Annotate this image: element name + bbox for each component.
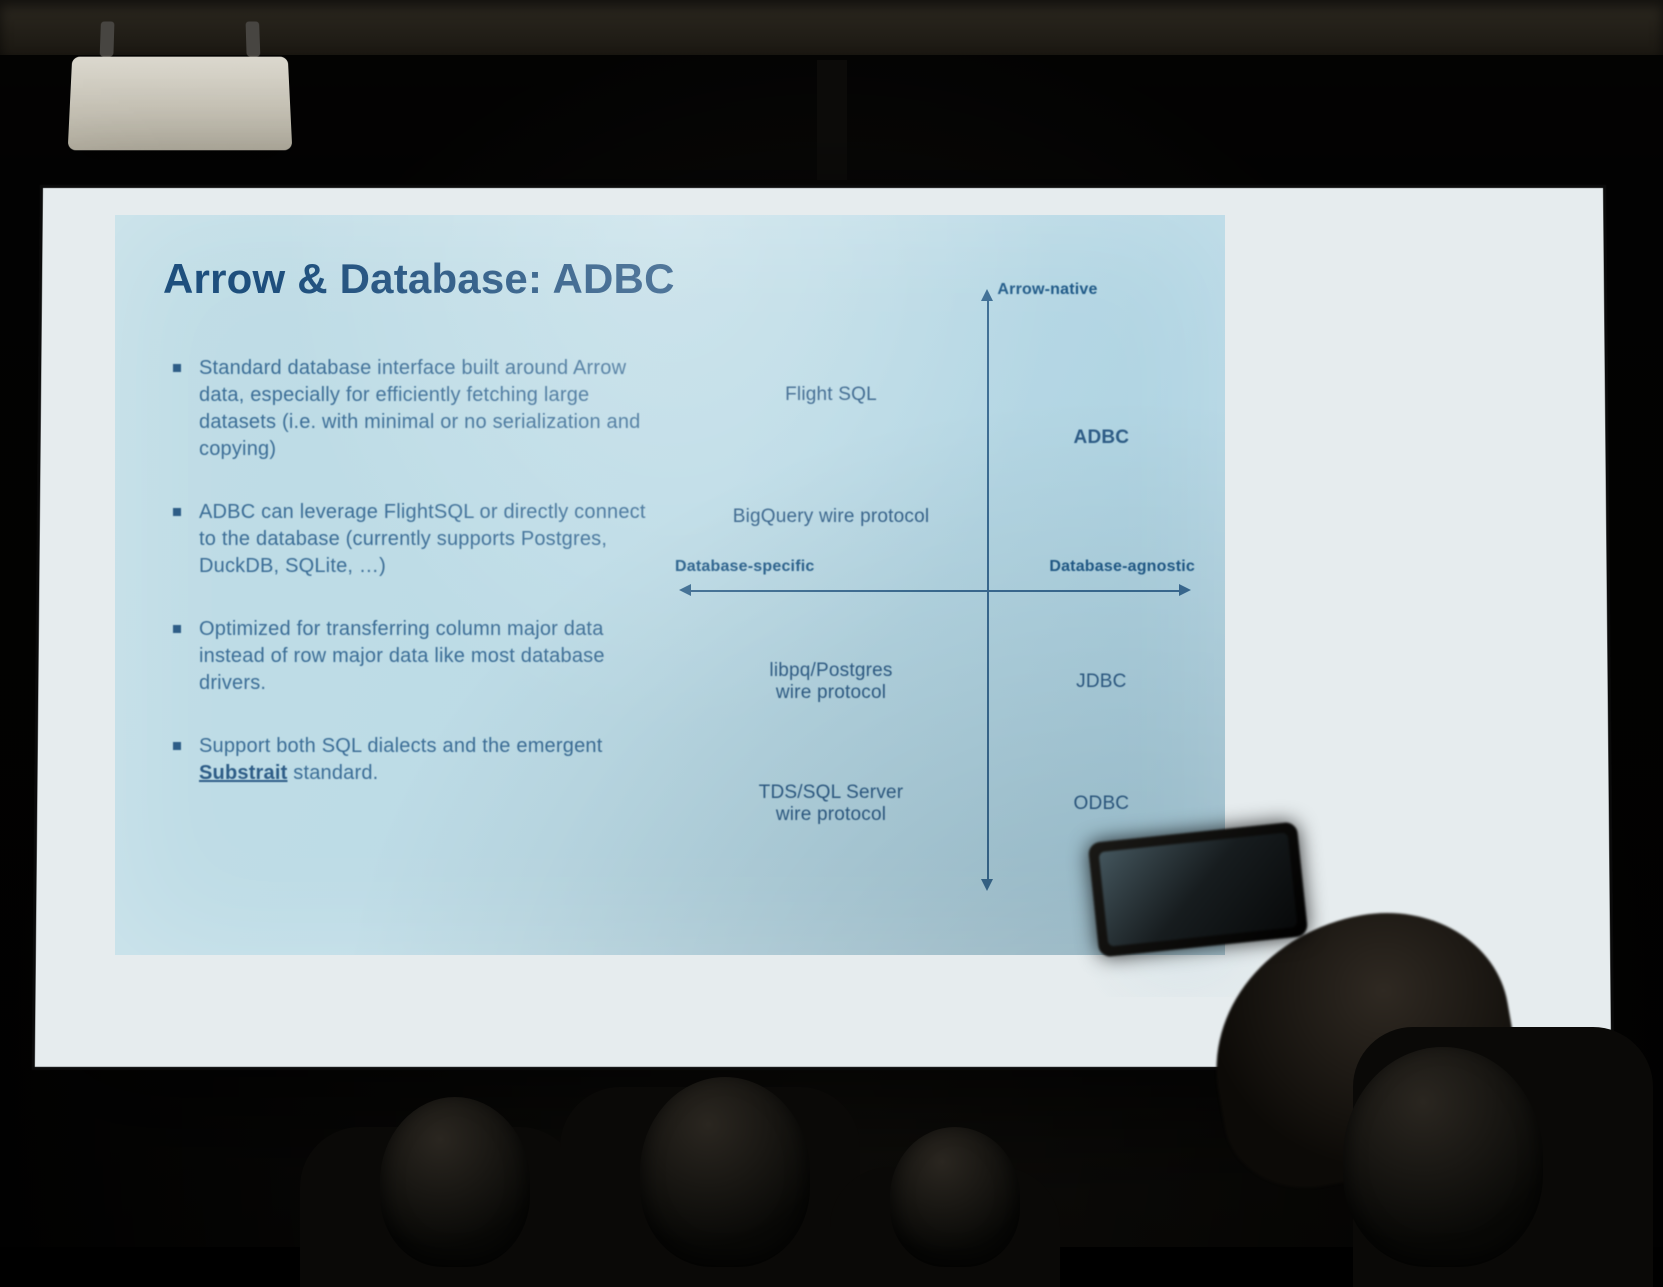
quad-item: BigQuery wire protocol: [733, 506, 930, 528]
quad-item: Flight SQL: [785, 384, 877, 406]
audience-silhouette: [640, 1077, 810, 1267]
slide-title: Arrow & Database: ADBC: [163, 255, 675, 303]
presentation-slide: Arrow & Database: ADBC Standard database…: [115, 215, 1225, 955]
bullet-item: Support both SQL dialects and the emerge…: [173, 733, 653, 787]
bullet-list: Standard database interface built around…: [173, 355, 653, 823]
arrow-right-icon: [1179, 584, 1191, 596]
quadrant-chart: Arrow-native Database-specific Database-…: [675, 285, 1195, 895]
audience-silhouette: [1343, 1047, 1543, 1267]
quad-item: TDS/SQL Server wire protocol: [759, 782, 904, 826]
axis-label-right: Database-agnostic: [1049, 558, 1195, 576]
bullet-item: Optimized for transferring column major …: [173, 616, 653, 697]
quad-item: ODBC: [1074, 793, 1130, 815]
axis-label-left: Database-specific: [675, 558, 814, 576]
audience-silhouette: [890, 1127, 1020, 1267]
arrow-down-icon: [981, 879, 993, 891]
audience-silhouette: [380, 1097, 530, 1267]
axis-horizontal: [685, 590, 1185, 592]
quad-item: JDBC: [1076, 671, 1126, 693]
screen-support-rod: [817, 60, 847, 180]
projector-icon: [68, 57, 293, 151]
arrow-up-icon: [981, 289, 993, 301]
axis-label-top: Arrow-native: [997, 281, 1097, 299]
smartphone-icon: [1088, 821, 1309, 957]
bullet-item: Standard database interface built around…: [173, 355, 653, 463]
bullet-item: ADBC can leverage FlightSQL or directly …: [173, 499, 653, 580]
quad-item: ADBC: [1074, 427, 1130, 449]
arrow-left-icon: [679, 584, 691, 596]
quad-item: libpq/Postgres wire protocol: [769, 660, 892, 704]
